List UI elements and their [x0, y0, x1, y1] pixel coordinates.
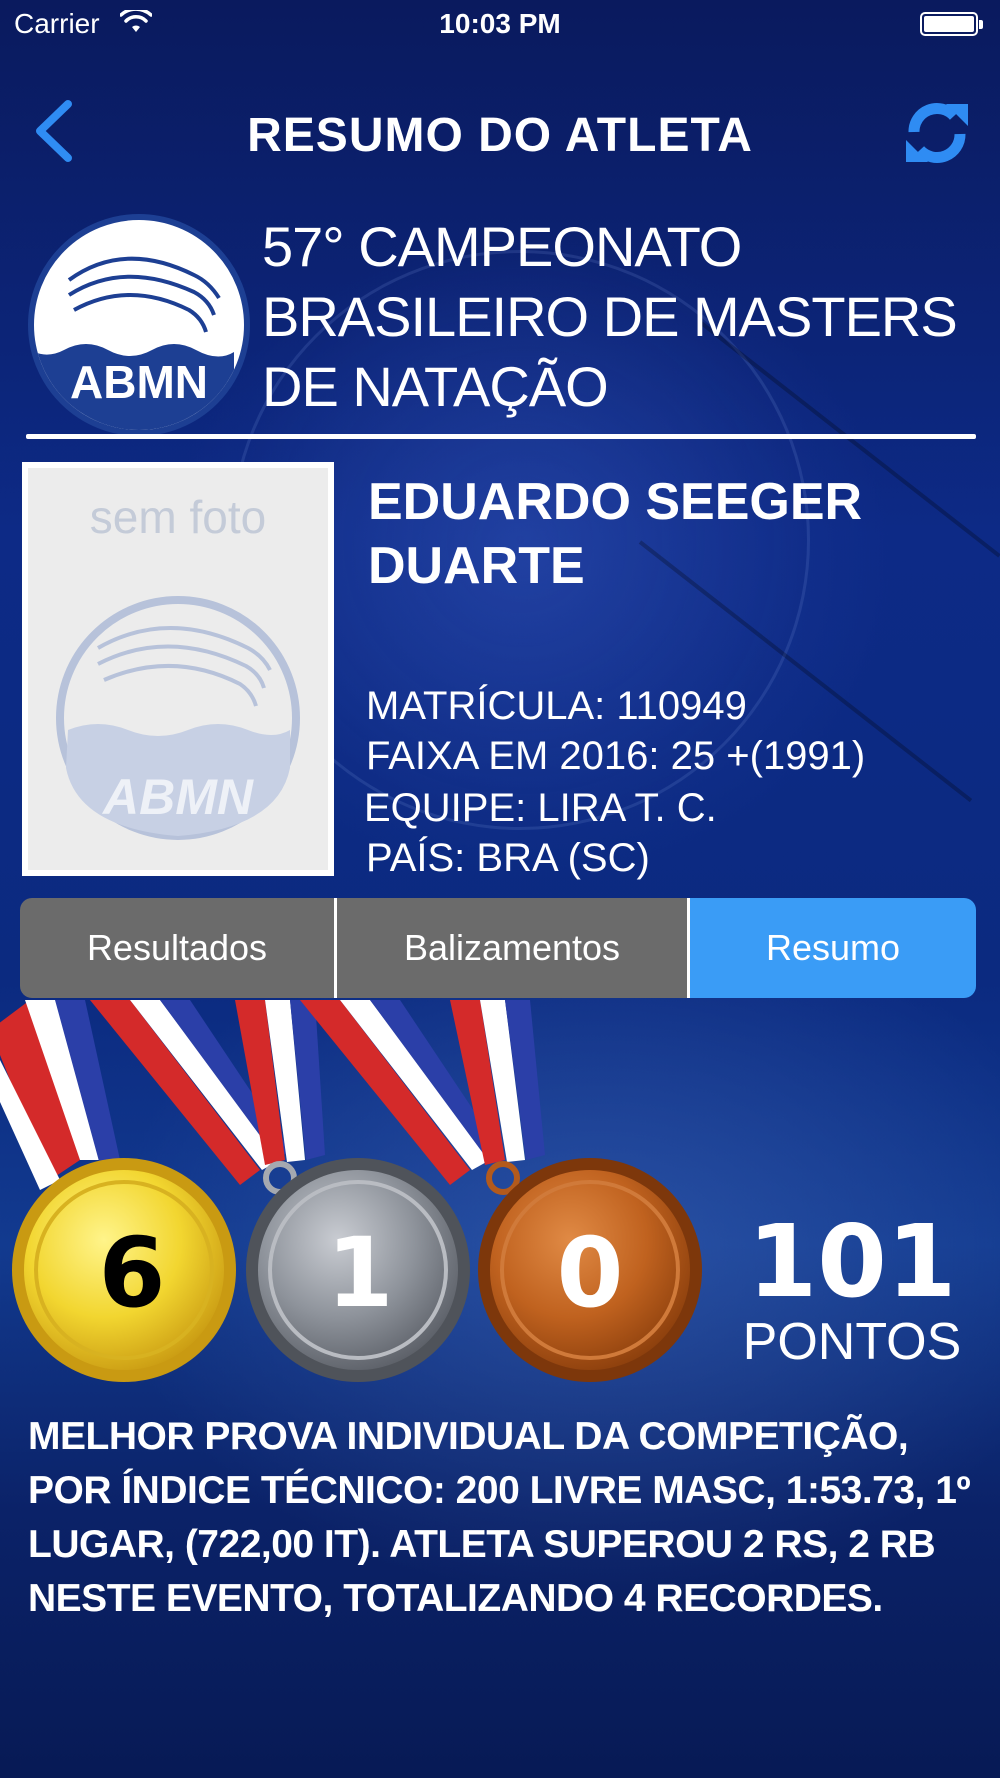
abmn-logo: ABMN: [28, 214, 250, 436]
silver-medal: 1: [246, 1158, 470, 1382]
silver-count: 1: [327, 1217, 394, 1329]
athlete-photo: sem foto ABMN: [22, 462, 334, 876]
athlete-equipe: EQUIPE: LIRA T. C.: [364, 786, 717, 830]
battery-icon: [920, 12, 983, 36]
dolphin-logo-icon: ABMN: [34, 256, 234, 430]
tab-resumo[interactable]: Resumo: [690, 898, 976, 998]
status-time: 10:03 PM: [439, 8, 561, 39]
points-label: PONTOS: [742, 1313, 962, 1371]
no-photo-placeholder: sem foto ABMN: [28, 468, 328, 870]
event-title-line: 57° CAMPEONATO: [262, 215, 742, 278]
gold-count: 6: [99, 1217, 166, 1329]
refresh-icon[interactable]: [902, 98, 972, 168]
bronze-count: 0: [557, 1217, 624, 1329]
tab-resultados[interactable]: Resultados: [20, 898, 337, 998]
svg-text:ABMN: ABMN: [70, 356, 208, 408]
athlete-pais: PAÍS: BRA (SC): [366, 836, 650, 880]
placeholder-logo-icon: ABMN: [56, 596, 300, 840]
athlete-name: EDUARDO SEEGER DUARTE: [368, 470, 968, 598]
athlete-name-line: EDUARDO SEEGER: [368, 473, 863, 531]
event-title-line: DE NATAÇÃO: [262, 355, 609, 418]
svg-text:ABMN: ABMN: [101, 769, 254, 825]
best-event-summary: MELHOR PROVA INDIVIDUAL DA COMPETIÇÃO, P…: [28, 1415, 971, 1620]
gold-medal: 6: [12, 1158, 236, 1382]
athlete-name-line: DUARTE: [368, 537, 585, 595]
tab-balizamentos[interactable]: Balizamentos: [337, 898, 690, 998]
page-title: RESUMO DO ATLETA: [247, 109, 753, 162]
bronze-medal: 0: [478, 1158, 702, 1382]
status-bar: Carrier 10:03 PM: [0, 0, 1000, 48]
event-title-line: BRASILEIRO DE MASTERS: [262, 285, 958, 348]
header-divider: [26, 434, 976, 439]
athlete-matricula: MATRÍCULA: 110949: [366, 684, 747, 728]
points-value: 101: [747, 1203, 957, 1320]
athlete-faixa: FAIXA EM 2016: 25 +(1991): [366, 734, 866, 778]
ribbon: [90, 1000, 325, 1185]
segmented-control: Resultados Balizamentos Resumo: [20, 898, 976, 998]
ribbon: [300, 1000, 545, 1185]
event-title: 57° CAMPEONATO BRASILEIRO DE MASTERS DE …: [262, 212, 982, 422]
